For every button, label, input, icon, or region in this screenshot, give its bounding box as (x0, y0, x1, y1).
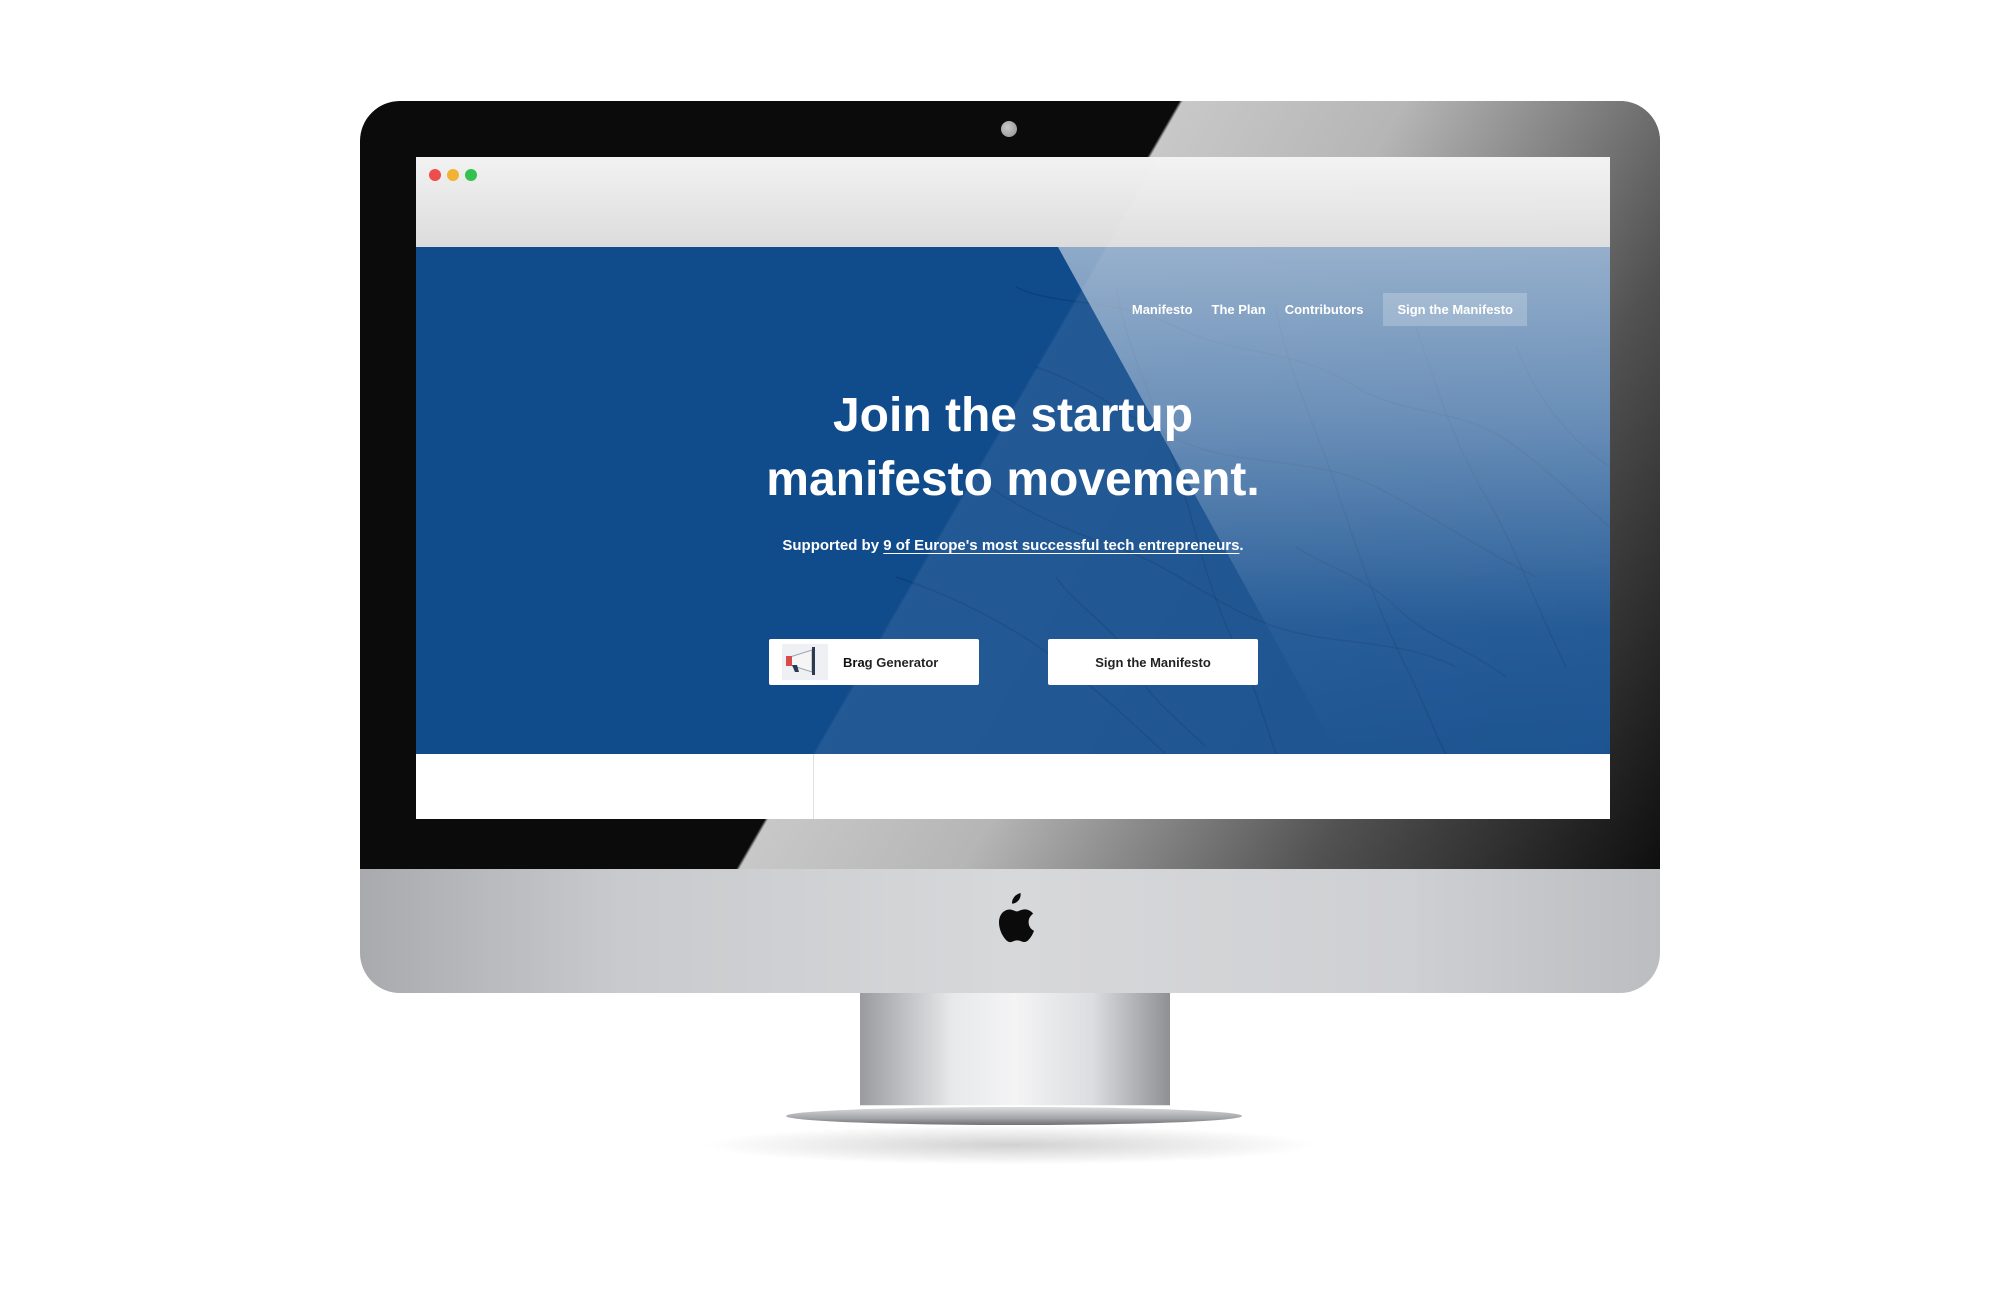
brag-generator-button[interactable]: Brag Generator (769, 639, 979, 685)
megaphone-icon (779, 641, 831, 683)
monitor-stand-base (786, 1107, 1242, 1125)
browser-titlebar (416, 157, 1610, 247)
nav-the-plan[interactable]: The Plan (1212, 302, 1266, 317)
hero-subtitle: Supported by 9 of Europe's most successf… (416, 537, 1610, 554)
brag-generator-label: Brag Generator (843, 654, 939, 670)
browser-window: Manifesto The Plan Contributors Sign the… (416, 157, 1610, 819)
close-window-button[interactable] (429, 169, 441, 181)
below-hero-section (416, 754, 1610, 819)
top-navigation: Manifesto The Plan Contributors Sign the… (1113, 293, 1527, 326)
hero-subtitle-suffix: . (1239, 537, 1244, 554)
stage: Manifesto The Plan Contributors Sign the… (0, 0, 2000, 1315)
sign-manifesto-button[interactable]: Sign the Manifesto (1048, 639, 1258, 685)
column-divider (813, 754, 814, 819)
hero-title: Join the startup manifesto movement. (416, 384, 1610, 512)
monitor-stand (860, 993, 1170, 1106)
monitor-chin (360, 869, 1660, 993)
hero-title-line-2: manifesto movement. (766, 453, 1260, 506)
nav-manifesto[interactable]: Manifesto (1132, 302, 1193, 317)
hero-title-line-1: Join the startup (832, 389, 1194, 442)
hero-subtitle-prefix: Supported by (782, 537, 884, 554)
minimize-window-button[interactable] (447, 169, 459, 181)
sign-manifesto-label: Sign the Manifesto (1095, 654, 1211, 670)
nav-contributors[interactable]: Contributors (1285, 302, 1364, 317)
entrepreneurs-link[interactable]: 9 of Europe's most successful tech entre… (883, 537, 1239, 554)
nav-sign-manifesto-button[interactable]: Sign the Manifesto (1383, 293, 1527, 326)
apple-logo-icon (998, 893, 1034, 943)
zoom-window-button[interactable] (465, 169, 477, 181)
camera-icon (1001, 121, 1017, 137)
stand-shadow (700, 1125, 1320, 1165)
hero-section: Manifesto The Plan Contributors Sign the… (416, 247, 1610, 754)
